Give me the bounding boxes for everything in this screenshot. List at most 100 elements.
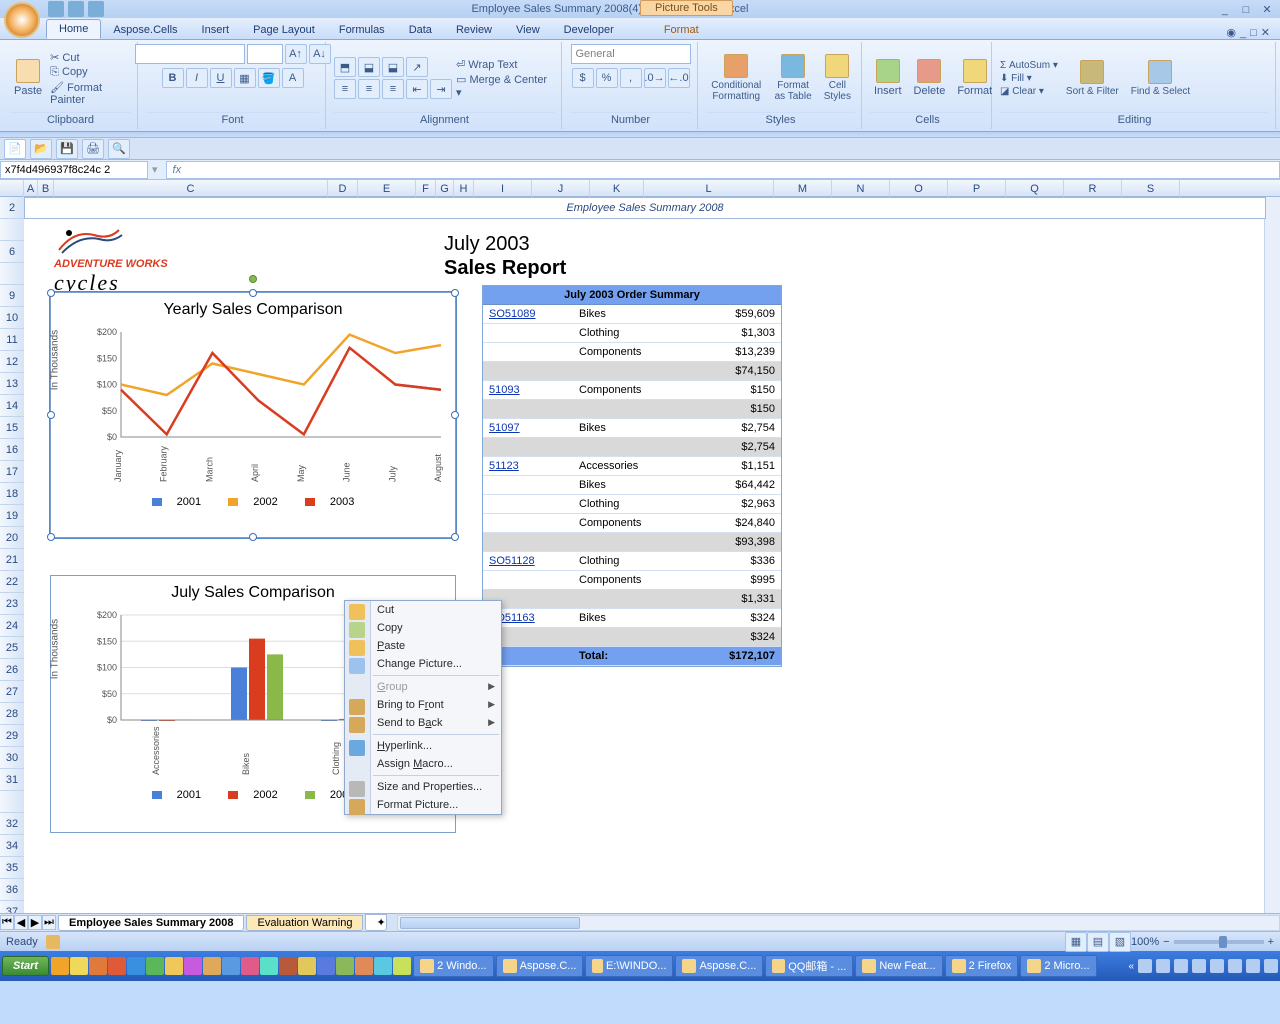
- qat2-save-icon[interactable]: 💾: [56, 139, 78, 159]
- tray-icon[interactable]: [1192, 959, 1206, 973]
- min-ribbon-button[interactable]: _: [1240, 27, 1246, 39]
- number-format-combo[interactable]: General: [571, 44, 691, 64]
- clear-button[interactable]: ◪ Clear ▾: [1000, 86, 1058, 97]
- worksheet[interactable]: ABCDEFGHIJKLMNOPQRS 26910111213141516171…: [0, 180, 1280, 913]
- font-name-combo[interactable]: [135, 44, 245, 64]
- align-bottom-button[interactable]: ⬓: [382, 57, 404, 77]
- menu-item[interactable]: Change Picture...: [345, 655, 501, 673]
- menu-item[interactable]: Paste: [345, 637, 501, 655]
- tab-view[interactable]: View: [504, 21, 552, 39]
- orientation-button[interactable]: ↗: [406, 57, 428, 77]
- zoom-in-button[interactable]: +: [1268, 936, 1274, 948]
- ql-icon[interactable]: [203, 957, 221, 975]
- copy-button[interactable]: ⎘ Copy: [50, 66, 131, 79]
- tab-insert[interactable]: Insert: [190, 21, 242, 39]
- percent-button[interactable]: %: [596, 68, 618, 88]
- find-select-button[interactable]: Find & Select: [1127, 58, 1194, 99]
- underline-button[interactable]: U: [210, 68, 232, 88]
- merge-center-button[interactable]: ▭ Merge & Center ▾: [456, 73, 555, 99]
- indent-inc-button[interactable]: ⇥: [430, 79, 452, 99]
- fill-button[interactable]: ⬇ Fill ▾: [1000, 73, 1058, 84]
- grow-font-button[interactable]: A↑: [285, 44, 307, 64]
- qat-save-icon[interactable]: [48, 1, 64, 17]
- close-workbook-button[interactable]: ✕: [1261, 26, 1270, 39]
- ql-icon[interactable]: [317, 957, 335, 975]
- macro-record-icon[interactable]: [46, 935, 60, 949]
- view-pagebreak-button[interactable]: ▧: [1109, 932, 1131, 952]
- qat2-new-icon[interactable]: 📄: [4, 139, 26, 159]
- qat2-preview-icon[interactable]: 🔍: [108, 139, 130, 159]
- formula-input[interactable]: fx: [166, 161, 1280, 179]
- tray-icon[interactable]: [1138, 959, 1152, 973]
- ql-icon[interactable]: [70, 957, 88, 975]
- ql-icon[interactable]: [89, 957, 107, 975]
- ql-icon[interactable]: [222, 957, 240, 975]
- minimize-button[interactable]: _: [1216, 4, 1234, 16]
- tray-icon[interactable]: [1156, 959, 1170, 973]
- conditional-formatting-button[interactable]: Conditional Formatting: [706, 52, 766, 104]
- taskbar-item[interactable]: 2 Firefox: [945, 955, 1019, 977]
- ql-icon[interactable]: [298, 957, 316, 975]
- tray-icon[interactable]: [1174, 959, 1188, 973]
- ql-icon[interactable]: [279, 957, 297, 975]
- start-button[interactable]: Start: [2, 956, 49, 976]
- currency-button[interactable]: $: [572, 68, 594, 88]
- tab-developer[interactable]: Developer: [552, 21, 626, 39]
- taskbar-item[interactable]: New Feat...: [855, 955, 942, 977]
- menu-item[interactable]: Copy: [345, 619, 501, 637]
- align-middle-button[interactable]: ⬓: [358, 57, 380, 77]
- indent-dec-button[interactable]: ⇤: [406, 79, 428, 99]
- menu-item[interactable]: Send to Back▶: [345, 714, 501, 732]
- yearly-sales-chart[interactable]: Yearly Sales Comparison In Thousands $0$…: [50, 292, 456, 538]
- sheet-tab-1[interactable]: Employee Sales Summary 2008: [58, 915, 244, 931]
- horizontal-scrollbar[interactable]: [397, 915, 1280, 931]
- ql-icon[interactable]: [127, 957, 145, 975]
- delete-cells-button[interactable]: Delete: [910, 57, 950, 99]
- qat-redo-icon[interactable]: [88, 1, 104, 17]
- zoom-slider[interactable]: [1174, 940, 1264, 944]
- border-button[interactable]: ▦: [234, 68, 256, 88]
- cut-button[interactable]: ✂ Cut: [50, 51, 131, 64]
- taskbar-item[interactable]: 2 Windo...: [413, 955, 494, 977]
- tab-format[interactable]: Format: [652, 21, 711, 39]
- align-right-button[interactable]: ≡: [382, 79, 404, 99]
- sheet-nav-next[interactable]: ▶: [28, 915, 42, 930]
- sheet-nav-prev[interactable]: ◀: [14, 915, 28, 930]
- taskbar-item[interactable]: E:\WINDO...: [585, 955, 673, 977]
- decrease-decimal-button[interactable]: ←.0: [668, 68, 690, 88]
- taskbar-item[interactable]: Aspose.C...: [496, 955, 584, 977]
- menu-item[interactable]: Assign Macro...: [345, 755, 501, 773]
- sheet-tab-new[interactable]: ✦: [365, 914, 387, 931]
- sheet-nav-last[interactable]: ⏭: [42, 915, 56, 930]
- row-headers[interactable]: 2691011121314151617181920212223242526272…: [0, 197, 24, 913]
- tray-icon[interactable]: [1228, 959, 1242, 973]
- qat2-open-icon[interactable]: 📂: [30, 139, 52, 159]
- zoom-control[interactable]: 100% − +: [1131, 936, 1274, 948]
- align-center-button[interactable]: ≡: [358, 79, 380, 99]
- office-button[interactable]: [4, 2, 40, 38]
- view-normal-button[interactable]: ▦: [1065, 932, 1087, 952]
- menu-item[interactable]: Format Picture...: [345, 796, 501, 814]
- maximize-button[interactable]: □: [1237, 4, 1255, 16]
- close-button[interactable]: ✕: [1258, 3, 1276, 16]
- ql-icon[interactable]: [355, 957, 373, 975]
- tray-icon[interactable]: [1264, 959, 1278, 973]
- menu-item[interactable]: Hyperlink...: [345, 737, 501, 755]
- order-link[interactable]: SO51089: [489, 308, 535, 320]
- menu-item[interactable]: Size and Properties...: [345, 778, 501, 796]
- ql-icon[interactable]: [51, 957, 69, 975]
- ql-icon[interactable]: [165, 957, 183, 975]
- ql-icon[interactable]: [184, 957, 202, 975]
- taskbar-item[interactable]: 2 Micro...: [1020, 955, 1096, 977]
- format-painter-button[interactable]: 🖌 Format Painter: [50, 81, 131, 106]
- restore-button[interactable]: □: [1250, 27, 1257, 39]
- menu-item[interactable]: Bring to Front▶: [345, 696, 501, 714]
- tab-asposecells[interactable]: Aspose.Cells: [101, 21, 189, 39]
- tab-review[interactable]: Review: [444, 21, 504, 39]
- increase-decimal-button[interactable]: .0→: [644, 68, 666, 88]
- qat-undo-icon[interactable]: [68, 1, 84, 17]
- format-cells-button[interactable]: Format: [953, 57, 996, 99]
- name-box[interactable]: x7f4d496937f8c24c 2: [0, 161, 148, 179]
- column-headers[interactable]: ABCDEFGHIJKLMNOPQRS: [0, 180, 1280, 197]
- insert-cells-button[interactable]: Insert: [870, 57, 906, 99]
